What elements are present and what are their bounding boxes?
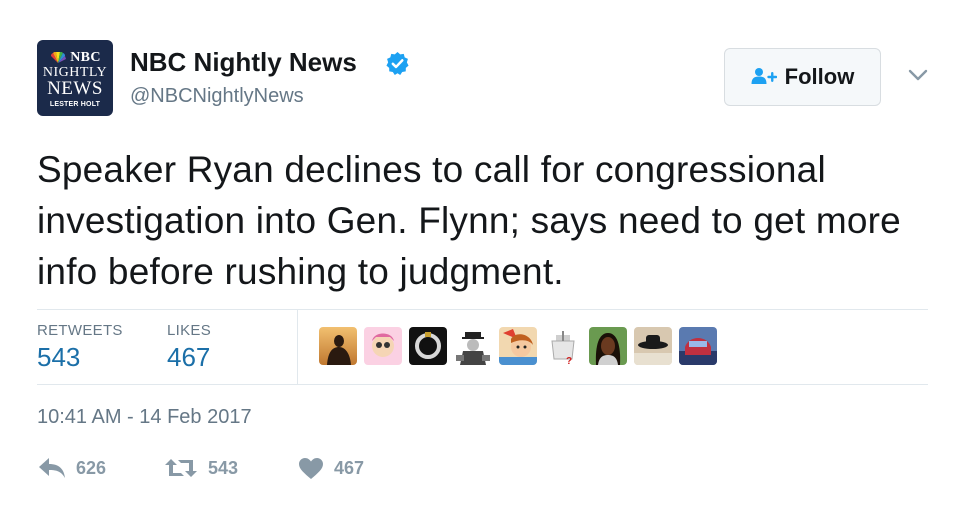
likes-count: 467 [167,342,211,372]
liker-avatars: ? [319,327,717,365]
reply-button[interactable]: 626 [38,457,106,479]
liker-avatar[interactable] [319,327,357,365]
reply-icon [39,458,65,478]
liker-avatar[interactable] [364,327,402,365]
retweet-button[interactable]: 543 [164,457,238,479]
retweets-count: 543 [37,342,81,372]
retweets-label: RETWEETS [37,322,123,339]
liker-avatar[interactable] [679,327,717,365]
follow-button-label: Follow [784,64,855,89]
liker-avatar[interactable] [589,327,627,365]
avatar-line3: LESTER HOLT [49,101,101,108]
like-button[interactable]: 467 [298,457,364,480]
author-avatar[interactable]: NBC NIGHTLY NEWS LESTER HOLT [37,40,113,116]
retweets-stat[interactable]: RETWEETS 543 [37,322,123,373]
nbc-peacock-logo: NBC [49,50,100,66]
liker-avatar[interactable] [409,327,447,365]
author-display-name[interactable]: NBC Nightly News [130,47,357,78]
retweet-icon [165,459,197,477]
likes-label: LIKES [167,322,212,339]
add-user-icon [751,68,777,84]
author-handle[interactable]: @NBCNightlyNews [130,85,304,108]
stats-divider-bottom [37,384,928,385]
stats-divider-top [37,309,928,310]
chevron-down-icon[interactable] [907,67,929,83]
avatar-logo-text: NBC [70,50,101,65]
svg-text:?: ? [566,356,572,365]
tweet-timestamp[interactable]: 10:41 AM - 14 Feb 2017 [37,406,252,429]
tweet-card: NBC NIGHTLY NEWS LESTER HOLT NBC Nightly… [0,0,980,516]
stats-separator [297,310,298,384]
verified-badge-icon [386,52,409,75]
likes-stat[interactable]: LIKES 467 [167,322,211,373]
reply-count: 626 [76,457,107,478]
liker-avatar[interactable] [634,327,672,365]
liker-avatar[interactable] [454,327,492,365]
tweet-text: Speaker Ryan declines to call for congre… [37,149,901,292]
liker-avatar[interactable]: ? [544,327,582,365]
liker-avatar[interactable] [499,327,537,365]
avatar-line2: NEWS [47,78,103,99]
follow-button[interactable]: Follow [724,48,881,106]
retweet-count: 543 [208,457,239,478]
heart-icon [299,458,323,479]
like-count: 467 [334,458,365,478]
